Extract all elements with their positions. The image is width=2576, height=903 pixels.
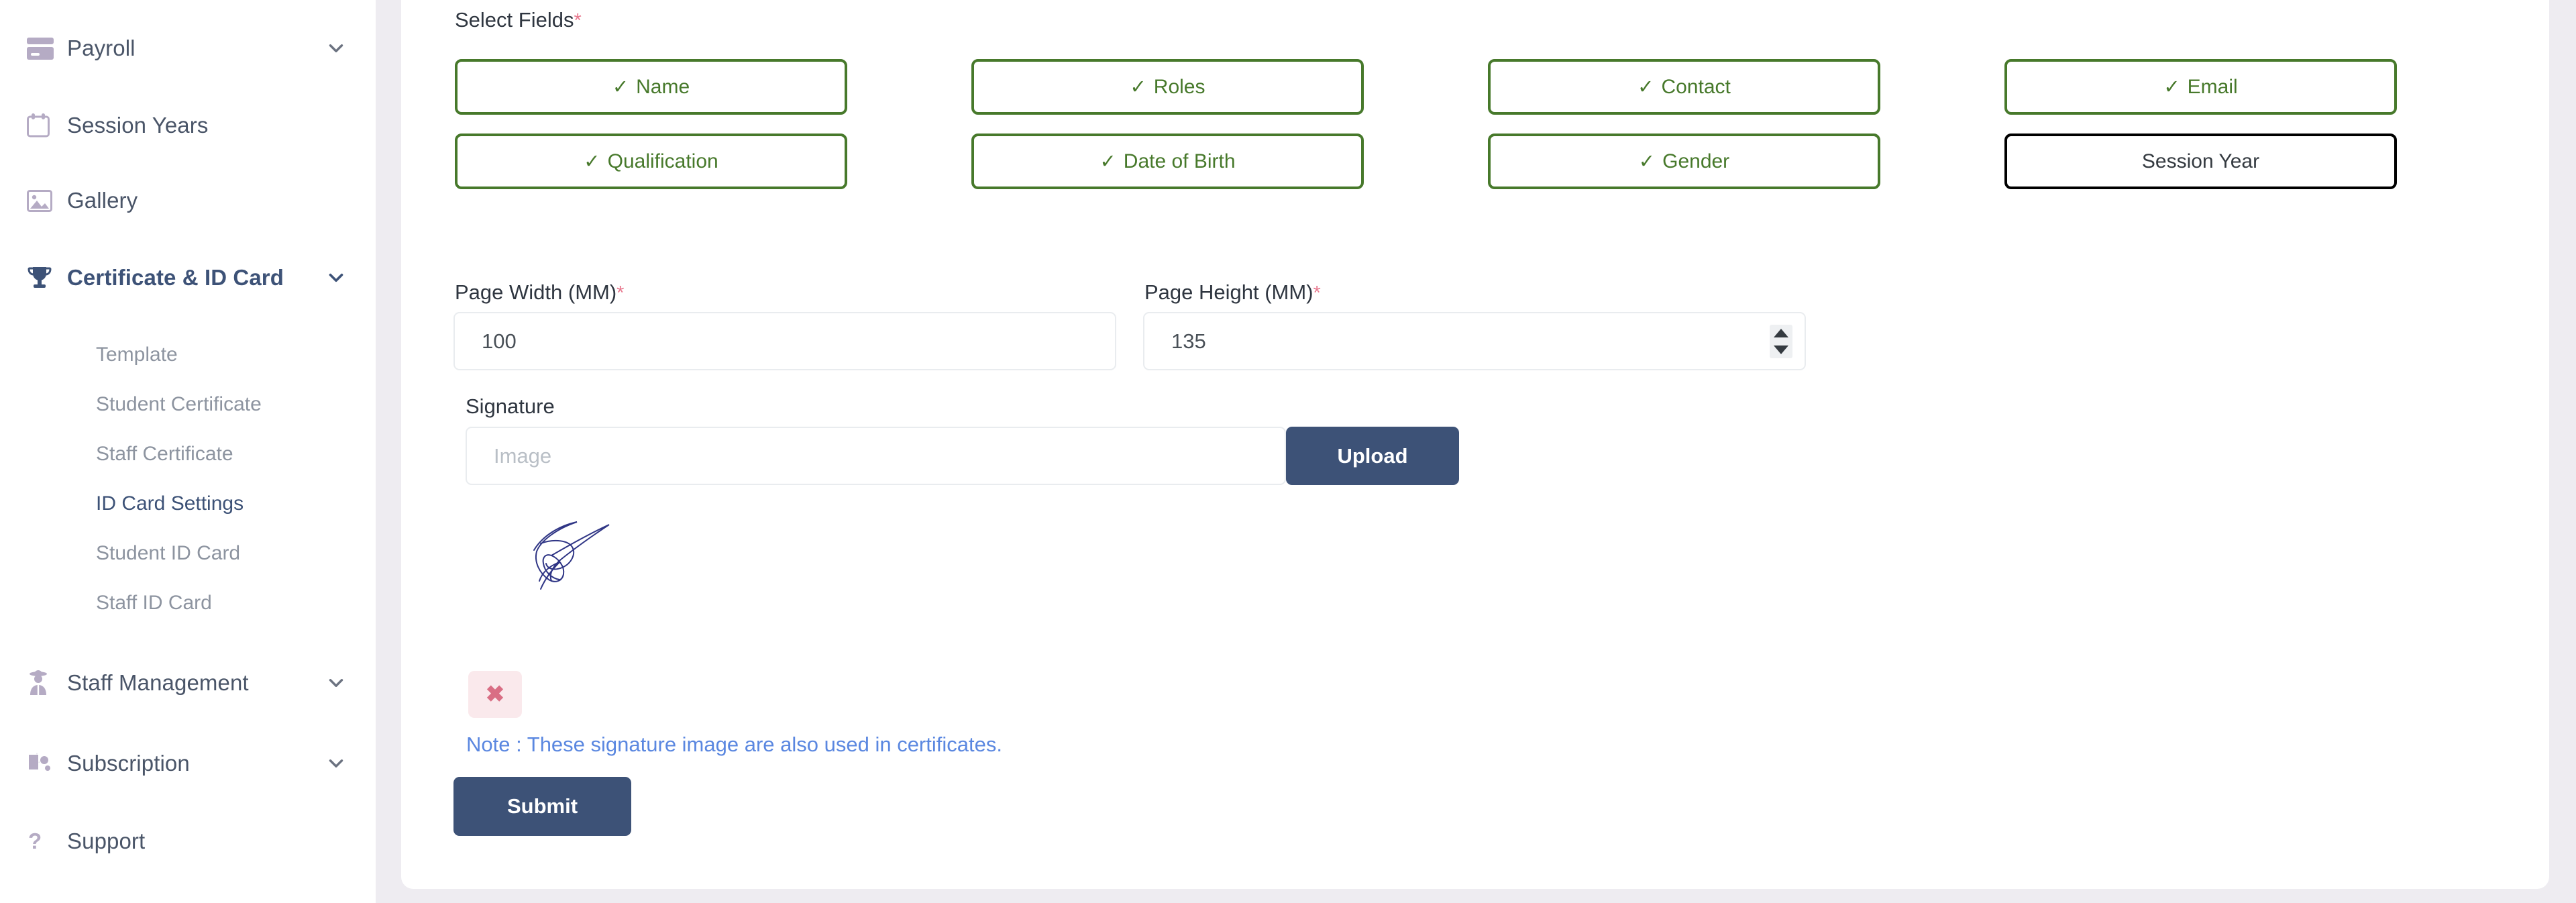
field-button-roles[interactable]: ✓ Roles xyxy=(971,59,1364,115)
signature-input-placeholder: Image xyxy=(494,443,552,468)
select-fields-text: Select Fields xyxy=(455,8,574,32)
sidebar: Payroll Session Years Gallery Certificat… xyxy=(0,0,376,903)
field-button-email[interactable]: ✓ Email xyxy=(2004,59,2397,115)
field-button-qualification[interactable]: ✓ Qualification xyxy=(455,134,847,189)
signature-preview-image xyxy=(510,517,711,624)
check-icon: ✓ xyxy=(584,151,600,172)
field-button-date-of-birth[interactable]: ✓ Date of Birth xyxy=(971,134,1364,189)
select-fields-grid: ✓ Name ✓ Roles ✓ Contact ✓ Email ✓ Quali… xyxy=(455,59,2407,189)
puzzle-icon xyxy=(27,752,67,775)
field-button-label: Date of Birth xyxy=(1123,150,1236,172)
sidebar-subitem-staff-id-card[interactable]: Staff ID Card xyxy=(0,584,376,623)
page-height-label: Page Height (MM)* xyxy=(1144,280,1321,305)
page-height-input[interactable]: 135 xyxy=(1143,312,1806,370)
upload-button-label: Upload xyxy=(1337,443,1408,468)
field-button-label: Email xyxy=(2187,75,2238,98)
stepper-down-icon[interactable] xyxy=(1774,345,1788,354)
required-asterisk: * xyxy=(1313,282,1321,304)
trophy-icon xyxy=(27,265,67,290)
field-button-label: Qualification xyxy=(607,150,718,172)
sidebar-item-label: Subscription xyxy=(67,751,190,776)
number-stepper[interactable] xyxy=(1770,324,1792,358)
detective-icon xyxy=(27,670,67,696)
sidebar-item-support[interactable]: ? Support xyxy=(0,817,376,865)
chevron-down-icon[interactable] xyxy=(325,37,347,60)
sidebar-subitem-label: Template xyxy=(96,343,178,366)
field-button-label: Roles xyxy=(1153,75,1205,98)
sidebar-subitem-label: Staff ID Card xyxy=(96,592,212,614)
image-icon xyxy=(27,189,67,212)
upload-button[interactable]: Upload xyxy=(1286,427,1459,485)
close-icon: ✖ xyxy=(485,682,505,707)
submit-button[interactable]: Submit xyxy=(453,777,631,836)
sidebar-item-label: Certificate & ID Card xyxy=(67,265,284,290)
signature-label: Signature xyxy=(466,394,555,419)
chevron-down-icon[interactable] xyxy=(325,752,347,775)
sidebar-item-gallery[interactable]: Gallery xyxy=(0,176,376,225)
check-icon: ✓ xyxy=(1638,76,1654,98)
check-icon: ✓ xyxy=(1130,76,1146,98)
page-width-input[interactable]: 100 xyxy=(453,312,1116,370)
check-icon: ✓ xyxy=(612,76,629,98)
field-button-label: Session Year xyxy=(2141,150,2260,172)
sidebar-item-label: Session Years xyxy=(67,113,209,138)
check-icon: ✓ xyxy=(1638,151,1656,172)
check-icon: ✓ xyxy=(2163,76,2180,98)
sidebar-subitem-staff-certificate[interactable]: Staff Certificate xyxy=(0,435,376,474)
sidebar-item-label: Gallery xyxy=(67,188,138,213)
check-icon: ✓ xyxy=(1099,151,1116,172)
sidebar-item-payroll[interactable]: Payroll xyxy=(0,24,376,72)
sidebar-subitem-id-card-settings[interactable]: ID Card Settings xyxy=(0,484,376,523)
question-mark-icon: ? xyxy=(27,829,67,853)
signature-note: Note : These signature image are also us… xyxy=(466,733,1002,756)
sidebar-item-session-years[interactable]: Session Years xyxy=(0,101,376,150)
app-root: Payroll Session Years Gallery Certificat… xyxy=(0,0,2576,903)
page-height-text: Page Height (MM) xyxy=(1144,280,1313,304)
page-width-label: Page Width (MM)* xyxy=(455,280,624,305)
signature-label-text: Signature xyxy=(466,394,555,418)
sidebar-item-label: Staff Management xyxy=(67,670,249,695)
svg-text:?: ? xyxy=(28,829,42,853)
calendar-icon xyxy=(27,113,67,138)
credit-card-icon xyxy=(27,37,67,60)
chevron-down-icon[interactable] xyxy=(325,672,347,694)
required-asterisk: * xyxy=(574,10,582,32)
field-button-label: Name xyxy=(636,75,690,98)
sidebar-item-staff-management[interactable]: Staff Management xyxy=(0,659,376,707)
sidebar-subitem-label: ID Card Settings xyxy=(96,492,244,515)
stepper-up-icon[interactable] xyxy=(1774,328,1788,337)
sidebar-subitem-student-id-card[interactable]: Student ID Card xyxy=(0,534,376,573)
page-width-value: 100 xyxy=(482,329,517,353)
page-width-text: Page Width (MM) xyxy=(455,280,617,304)
sidebar-item-subscription[interactable]: Subscription xyxy=(0,739,376,788)
sidebar-subitem-label: Student Certificate xyxy=(96,393,262,415)
field-button-contact[interactable]: ✓ Contact xyxy=(1488,59,1880,115)
page-height-value: 135 xyxy=(1171,329,1206,353)
sidebar-item-certificate-and-id-card[interactable]: Certificate & ID Card xyxy=(0,254,376,302)
field-button-gender[interactable]: ✓ Gender xyxy=(1488,134,1880,189)
sidebar-subitem-student-certificate[interactable]: Student Certificate xyxy=(0,385,376,424)
field-button-session-year[interactable]: Session Year xyxy=(2004,134,2397,189)
select-fields-label: Select Fields* xyxy=(455,8,582,32)
sidebar-subitem-template[interactable]: Template xyxy=(0,335,376,374)
sidebar-subitem-label: Staff Certificate xyxy=(96,443,233,465)
sidebar-item-label: Payroll xyxy=(67,36,136,60)
field-button-label: Contact xyxy=(1661,75,1731,98)
sidebar-item-label: Support xyxy=(67,829,146,853)
field-button-label: Gender xyxy=(1662,150,1730,172)
chevron-down-icon[interactable] xyxy=(325,266,347,289)
remove-signature-button[interactable]: ✖ xyxy=(468,671,522,718)
required-asterisk: * xyxy=(616,282,625,304)
sidebar-subitem-label: Student ID Card xyxy=(96,542,241,564)
field-button-name[interactable]: ✓ Name xyxy=(455,59,847,115)
signature-image-input[interactable]: Image xyxy=(466,427,1286,485)
